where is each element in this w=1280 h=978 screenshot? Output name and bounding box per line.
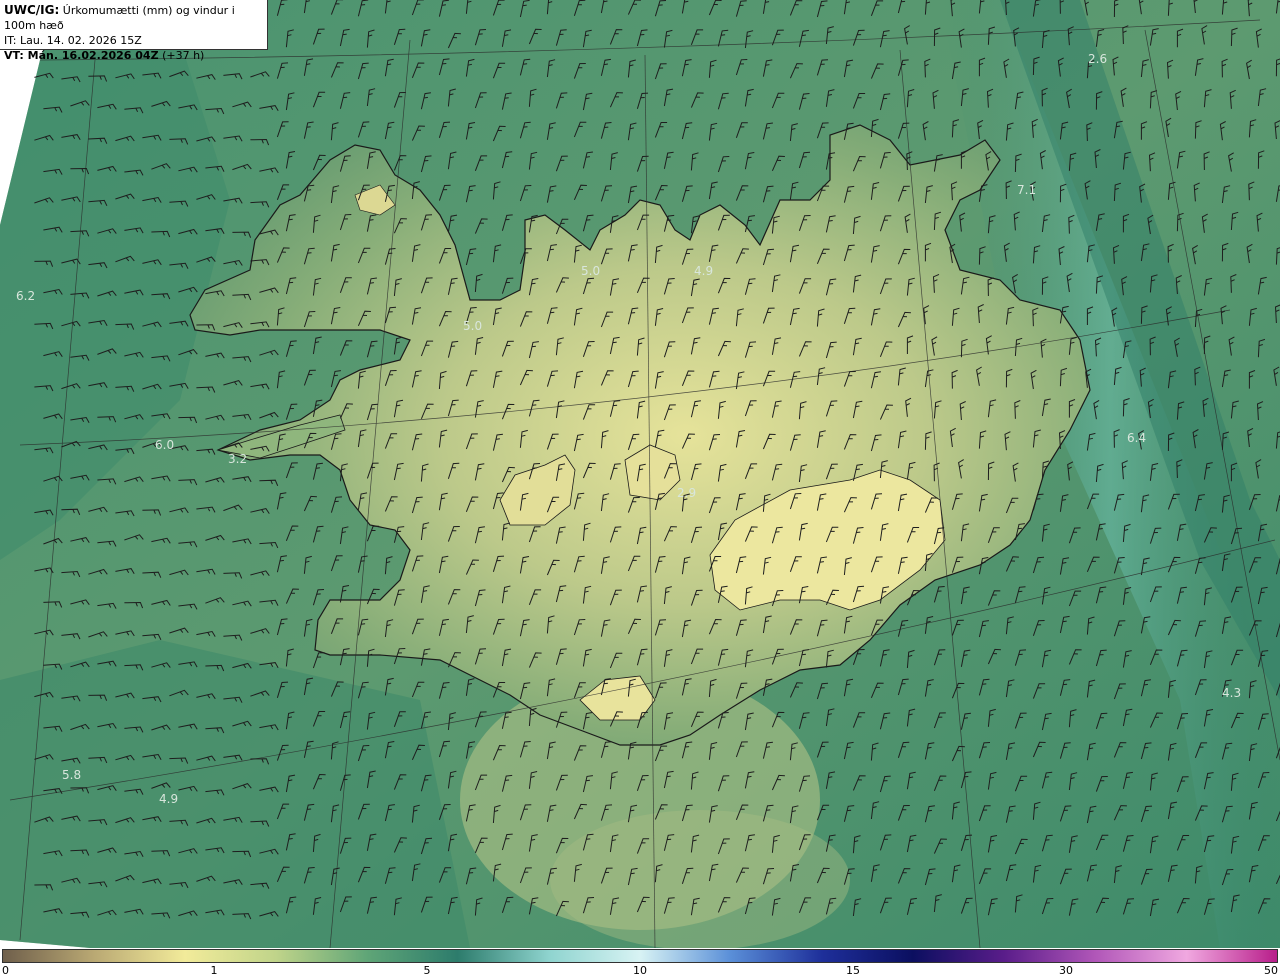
map-value: 6.4: [1127, 431, 1146, 445]
map-value: 6.0: [155, 438, 174, 452]
map-value: 2.6: [1088, 52, 1107, 66]
valid-time: VT: Mán. 16.02.2026 04Z (+37 h): [4, 49, 205, 62]
forecast-title: UWC/IG: Úrkomumætti (mm) og vindur i 100…: [4, 3, 235, 32]
colorbar-tick: 30: [1059, 964, 1073, 977]
map-value: 7.1: [1017, 183, 1036, 197]
colorbar-tick: 15: [846, 964, 860, 977]
precipitation-colorbar: [2, 949, 1278, 963]
map-value: 4.3: [1222, 686, 1241, 700]
map-value: 3.2: [228, 452, 247, 466]
initial-time: IT: Lau. 14. 02. 2026 15Z: [4, 34, 142, 47]
map-value: 5.0: [463, 319, 482, 333]
map-value: 4.9: [694, 264, 713, 278]
map-value: 4.9: [159, 792, 178, 806]
map-value: 2.9: [677, 486, 696, 500]
forecast-info-box: UWC/IG: Úrkomumætti (mm) og vindur i 100…: [0, 0, 268, 62]
colorbar-tick: 1: [210, 964, 218, 977]
map-value: 6.2: [16, 289, 35, 303]
map-value: 5.8: [62, 768, 81, 782]
colorbar-tick: 10: [633, 964, 647, 977]
map-value: 5.0: [581, 264, 600, 278]
colorbar-tick: 5: [423, 964, 431, 977]
colorbar-tick: 50: [1264, 964, 1278, 977]
colorbar-tick: 0: [2, 964, 9, 977]
forecast-map: 2.6 7.1 6.2 5.0 4.9 5.0 6.0 3.2 6.4 4.3 …: [0, 0, 1280, 948]
